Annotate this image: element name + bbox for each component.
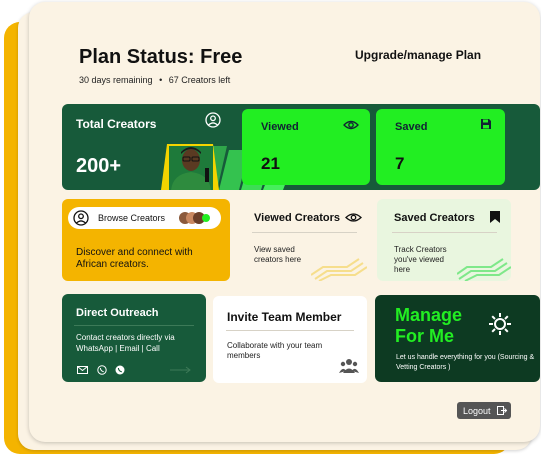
- direct-outreach-card[interactable]: Direct Outreach Contact creators directl…: [62, 294, 206, 382]
- browse-creators-label: Browse Creators: [98, 213, 166, 223]
- manage-for-me-card[interactable]: Manage For Me Let us handle everything f…: [375, 295, 540, 382]
- viewed-creators-title: Viewed Creators: [254, 212, 341, 224]
- divider: [392, 232, 497, 233]
- divider: [226, 330, 354, 331]
- browse-creators-card: Browse Creators Discover and connect wit…: [62, 199, 230, 281]
- avatar-group: [179, 212, 210, 224]
- person-circle-icon: [205, 112, 221, 128]
- manage-for-me-title: Manage For Me: [395, 305, 463, 346]
- divider: [74, 325, 194, 326]
- logout-button[interactable]: Logout: [457, 402, 511, 419]
- dashboard-panel: Plan Status: Free 30 days remaining • 67…: [29, 2, 540, 442]
- browse-creators-button[interactable]: Browse Creators: [68, 207, 221, 229]
- arrow-right-icon[interactable]: [170, 366, 192, 374]
- invite-team-title: Invite Team Member: [227, 310, 342, 324]
- phone-icon[interactable]: [97, 365, 107, 375]
- bookmark-icon: [490, 211, 500, 223]
- direct-outreach-title: Direct Outreach: [76, 307, 159, 319]
- invite-team-card[interactable]: Invite Team Member Collaborate with your…: [213, 296, 367, 383]
- page-title: Plan Status: Free: [79, 46, 243, 68]
- saved-creators-description: Track Creators you've viewed here: [394, 245, 447, 274]
- saved-value: 7: [395, 154, 405, 173]
- saved-creators-card[interactable]: Saved Creators Track Creators you've vie…: [377, 199, 511, 281]
- viewed-label: Viewed: [261, 121, 299, 133]
- decorative-wave: [311, 258, 367, 281]
- whatsapp-icon[interactable]: [115, 365, 125, 375]
- eye-icon: [345, 213, 362, 222]
- team-icon: [339, 359, 359, 373]
- days-remaining: 30 days remaining: [79, 75, 153, 85]
- logout-icon: [497, 406, 507, 415]
- viewed-stat-card[interactable]: Viewed 21: [242, 109, 370, 185]
- mail-icon[interactable]: [77, 366, 88, 374]
- creators-left: 67 Creators left: [168, 75, 231, 85]
- upgrade-plan-link[interactable]: Upgrade/manage Plan: [355, 48, 481, 62]
- saved-creators-title: Saved Creators: [394, 212, 475, 224]
- gear-icon: [489, 313, 511, 335]
- save-icon: [481, 119, 491, 129]
- viewed-creators-card[interactable]: Viewed Creators View saved creators here: [239, 199, 367, 281]
- viewed-value: 21: [261, 154, 280, 173]
- total-creators-label: Total Creators: [76, 117, 157, 131]
- invite-team-description: Collaborate with your team members: [227, 341, 323, 360]
- decorative-wave: [457, 258, 511, 281]
- saved-stat-card[interactable]: Saved 7: [376, 109, 505, 185]
- browse-description: Discover and connect with African creato…: [76, 247, 193, 270]
- search-person-icon: [73, 210, 89, 226]
- plan-summary: 30 days remaining • 67 Creators left: [79, 75, 230, 85]
- logout-label: Logout: [463, 406, 491, 416]
- saved-label: Saved: [395, 121, 428, 133]
- eye-icon: [343, 120, 359, 130]
- bullet-separator: •: [159, 75, 163, 85]
- creator-photo: [161, 144, 219, 190]
- total-creators-value: 200+: [76, 155, 122, 177]
- divider: [252, 232, 357, 233]
- manage-for-me-description: Let us handle everything for you (Sourci…: [396, 354, 535, 371]
- direct-outreach-description: Contact creators directly via WhatsApp |…: [76, 333, 175, 353]
